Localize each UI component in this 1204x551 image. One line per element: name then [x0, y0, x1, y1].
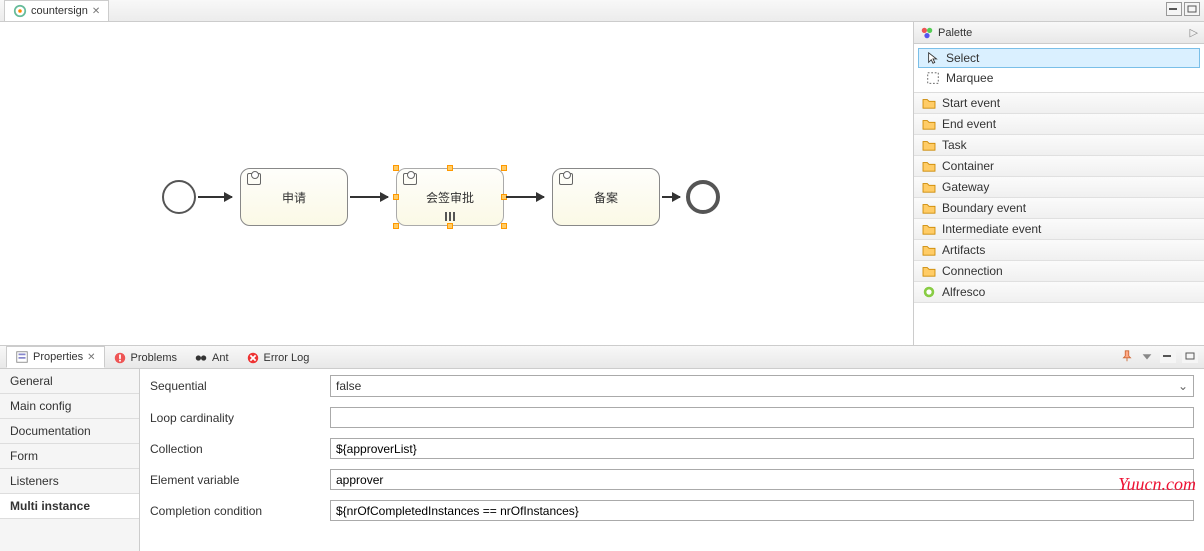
- folder-icon: [922, 223, 936, 235]
- start-event-node[interactable]: [162, 180, 196, 214]
- user-task-countersign[interactable]: 会签审批: [396, 168, 504, 226]
- tab-problems[interactable]: Problems: [105, 348, 186, 368]
- properties-icon: [15, 350, 29, 364]
- chevron-down-icon: ⌄: [1178, 379, 1188, 393]
- close-icon[interactable]: ✕: [92, 6, 100, 17]
- tool-select[interactable]: Select: [918, 48, 1200, 68]
- drawer-intermediate-event[interactable]: Intermediate event: [914, 219, 1204, 240]
- palette-title: Palette: [938, 27, 972, 39]
- minimize-view-button[interactable]: [1160, 349, 1176, 363]
- chevron-right-icon[interactable]: ▷: [1190, 26, 1198, 39]
- sequence-flow[interactable]: [662, 196, 680, 198]
- user-task-record[interactable]: 备案: [552, 168, 660, 226]
- drawer-connection[interactable]: Connection: [914, 261, 1204, 282]
- drawer-container[interactable]: Container: [914, 156, 1204, 177]
- label-collection: Collection: [150, 442, 330, 456]
- maximize-button[interactable]: [1184, 2, 1200, 16]
- nav-form[interactable]: Form: [0, 444, 139, 469]
- error-log-icon: [246, 351, 260, 365]
- label-element-variable: Element variable: [150, 473, 330, 487]
- maximize-view-button[interactable]: [1182, 349, 1198, 363]
- problems-icon: [113, 351, 127, 365]
- folder-icon: [922, 202, 936, 214]
- tab-properties[interactable]: Properties ✕: [6, 346, 105, 368]
- editor-tab-countersign[interactable]: countersign ✕: [4, 0, 109, 21]
- tab-ant[interactable]: Ant: [186, 348, 238, 368]
- input-completion-condition[interactable]: [330, 500, 1194, 521]
- nav-documentation[interactable]: Documentation: [0, 419, 139, 444]
- close-icon[interactable]: ✕: [87, 352, 95, 363]
- cursor-icon: [926, 51, 940, 65]
- nav-listeners[interactable]: Listeners: [0, 469, 139, 494]
- folder-icon: [922, 181, 936, 193]
- sequence-flow[interactable]: [198, 196, 232, 198]
- properties-form: Sequential false ⌄ Loop cardinality Coll…: [140, 369, 1204, 551]
- select-sequential[interactable]: false ⌄: [330, 375, 1194, 397]
- drawer-gateway[interactable]: Gateway: [914, 177, 1204, 198]
- views-tab-bar: Properties ✕ Problems Ant Error Log: [0, 345, 1204, 369]
- folder-icon: [922, 97, 936, 109]
- user-task-icon: [559, 173, 573, 185]
- ant-icon: [194, 351, 208, 365]
- user-task-icon: [247, 173, 261, 185]
- folder-icon: [922, 244, 936, 256]
- alfresco-icon: [922, 285, 936, 299]
- label-sequential: Sequential: [150, 379, 330, 393]
- folder-icon: [922, 139, 936, 151]
- palette-icon: [920, 26, 934, 40]
- label-completion-condition: Completion condition: [150, 504, 330, 518]
- drawer-alfresco[interactable]: Alfresco: [914, 282, 1204, 303]
- task-label: 备案: [594, 189, 618, 206]
- view-menu-icon[interactable]: [1140, 349, 1154, 363]
- input-element-variable[interactable]: [330, 469, 1194, 490]
- folder-icon: [922, 160, 936, 172]
- task-label: 申请: [282, 189, 306, 206]
- activiti-icon: [13, 4, 27, 18]
- folder-icon: [922, 265, 936, 277]
- nav-main-config[interactable]: Main config: [0, 394, 139, 419]
- diagram-canvas[interactable]: 申请 会签审批 备案: [0, 22, 914, 345]
- minimize-button[interactable]: [1166, 2, 1182, 16]
- nav-general[interactable]: General: [0, 369, 139, 394]
- drawer-boundary-event[interactable]: Boundary event: [914, 198, 1204, 219]
- drawer-artifacts[interactable]: Artifacts: [914, 240, 1204, 261]
- multi-instance-marker-icon: [445, 212, 455, 221]
- sequence-flow[interactable]: [350, 196, 388, 198]
- sequence-flow[interactable]: [506, 196, 544, 198]
- input-loop-cardinality[interactable]: [330, 407, 1194, 428]
- properties-nav: General Main config Documentation Form L…: [0, 369, 140, 551]
- tool-marquee[interactable]: Marquee: [914, 68, 1204, 88]
- drawer-start-event[interactable]: Start event: [914, 93, 1204, 114]
- editor-tab-label: countersign: [31, 5, 88, 17]
- folder-icon: [922, 118, 936, 130]
- drawer-end-event[interactable]: End event: [914, 114, 1204, 135]
- pin-icon[interactable]: [1120, 349, 1134, 363]
- label-loop-cardinality: Loop cardinality: [150, 411, 330, 425]
- task-label: 会签审批: [426, 189, 474, 206]
- drawer-task[interactable]: Task: [914, 135, 1204, 156]
- palette-panel: Palette ▷ Select Marquee Start event End…: [914, 22, 1204, 345]
- user-task-icon: [403, 173, 417, 185]
- nav-multi-instance[interactable]: Multi instance: [0, 494, 139, 519]
- user-task-apply[interactable]: 申请: [240, 168, 348, 226]
- marquee-icon: [926, 71, 940, 85]
- input-collection[interactable]: [330, 438, 1194, 459]
- end-event-node[interactable]: [686, 180, 720, 214]
- tab-error-log[interactable]: Error Log: [238, 348, 319, 368]
- editor-tab-bar: countersign ✕: [0, 0, 1204, 22]
